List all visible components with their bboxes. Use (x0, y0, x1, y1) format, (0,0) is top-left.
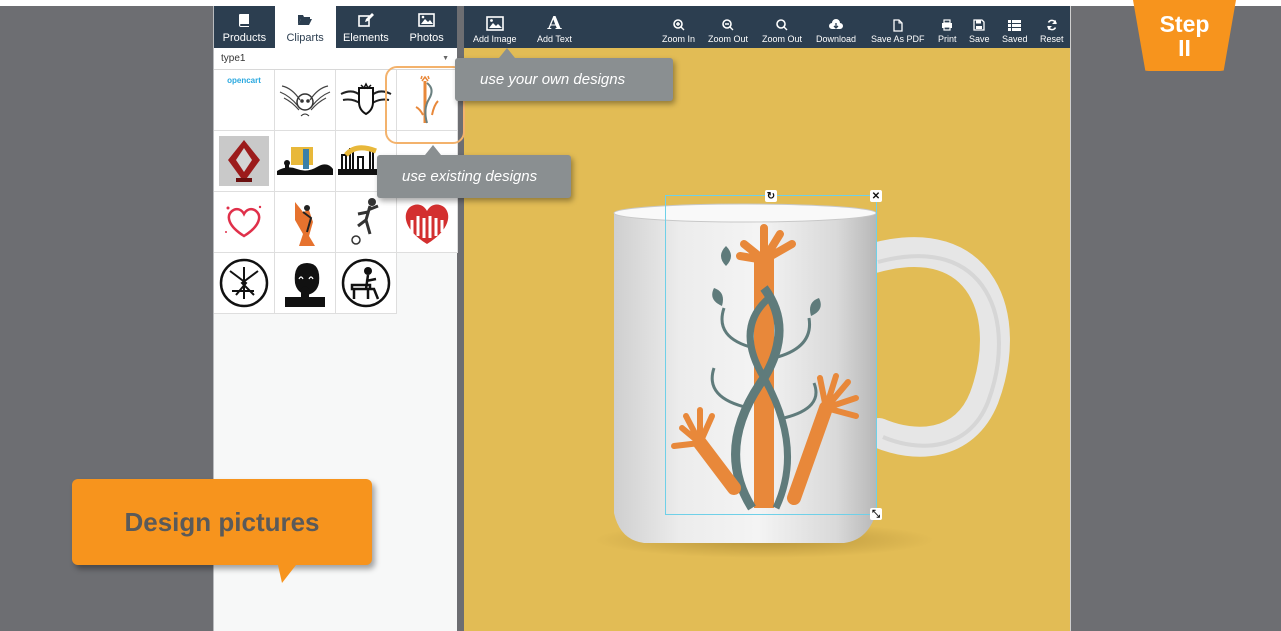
callout-design-pictures: Design pictures (72, 479, 372, 583)
callout-own-designs: use your own designs (455, 48, 673, 101)
zoom-in-button[interactable]: Zoom In (662, 6, 695, 48)
print-button[interactable]: Print (938, 6, 957, 48)
canvas-toolbar: Add Image A Add Text Zoom In Zoom Out Zo… (464, 6, 1070, 48)
download-button[interactable]: Download (816, 6, 856, 48)
zoom-out-label: Zoom Out (708, 34, 749, 44)
product-preview: ↻ ✕ ⤡ (464, 48, 1071, 631)
clipart-item-circle-handshake[interactable] (214, 253, 275, 314)
tab-label: Products (222, 32, 267, 44)
close-icon[interactable]: ✕ (870, 190, 882, 202)
rotate-handle-icon[interactable]: ↻ (765, 190, 777, 202)
add-text-label: Add Text (537, 34, 572, 44)
soccer-player-icon (351, 198, 379, 245)
portrait-capitol-icon (283, 259, 327, 307)
callout-text: use your own designs (480, 71, 626, 88)
clipart-item-orange-figure[interactable] (275, 192, 336, 253)
left-tabs: Products Cliparts Elements Photos (214, 6, 457, 48)
step-number: II (1178, 35, 1191, 61)
saved-label: Saved (1002, 34, 1028, 44)
clipart-item-circle-reading[interactable] (336, 253, 397, 314)
winged-skull-icon (279, 85, 331, 117)
file-icon (893, 17, 903, 33)
save-label: Save (969, 34, 990, 44)
tab-cliparts[interactable]: Cliparts (274, 6, 336, 48)
refresh-icon (1046, 17, 1058, 33)
tab-products[interactable]: Products (214, 6, 275, 48)
resize-handle-icon[interactable]: ⤡ (870, 508, 882, 520)
selected-clipart-highlight (385, 66, 465, 144)
search-icon (776, 17, 788, 33)
diamond-crest-icon (219, 136, 269, 186)
tab-photos[interactable]: Photos (396, 6, 457, 48)
callout-existing-designs: use existing designs (377, 145, 571, 198)
add-image-button[interactable]: Add Image (473, 6, 517, 48)
tab-label: Photos (409, 32, 444, 44)
clipart-item-obama-capitol[interactable] (275, 253, 336, 314)
callout-text: use existing designs (402, 168, 538, 185)
selection-box[interactable]: ↻ ✕ ⤡ (665, 190, 882, 520)
clipart-item-opencart-logo[interactable]: opencart (214, 70, 275, 131)
tab-label: Elements (342, 32, 389, 44)
orange-figure-icon (295, 202, 315, 246)
save-as-pdf-label: Save As PDF (871, 34, 925, 44)
saved-button[interactable]: Saved (1002, 6, 1028, 48)
circle-reading-icon (341, 258, 391, 308)
print-label: Print (938, 34, 957, 44)
zoom-in-icon (672, 17, 685, 33)
edit-icon (358, 11, 374, 29)
zoom-reset-button[interactable]: Zoom Out (762, 6, 802, 48)
silhouette-scene-icon (277, 147, 333, 175)
step-badge: Step II (1133, 0, 1236, 71)
clipart-item-red-diamond[interactable] (214, 131, 275, 192)
download-label: Download (816, 34, 857, 44)
heart-splash-icon (225, 205, 262, 238)
folder-open-icon (297, 11, 313, 29)
floppy-disk-icon (973, 17, 985, 33)
circle-handshake-icon (219, 258, 269, 308)
print-icon (941, 17, 953, 33)
crowd-heart-icon (405, 204, 449, 244)
clipart-item-silhouette-scene[interactable] (275, 131, 336, 192)
clipart-item-winged-skull[interactable] (275, 70, 336, 131)
opencart-logo: opencart (227, 76, 261, 85)
zoom-in-label: Zoom In (662, 34, 696, 44)
type-select-value: type1 (221, 53, 246, 64)
list-icon (1008, 17, 1022, 33)
clipart-item-heart-splash[interactable] (214, 192, 275, 253)
callout-text: Design pictures (124, 506, 320, 537)
image-icon (418, 11, 435, 29)
clipart-item-crowd-heart[interactable] (397, 192, 458, 253)
step-label: Step (1159, 11, 1210, 37)
zoom-out-icon (722, 17, 734, 33)
image-icon (485, 13, 504, 33)
tab-elements[interactable]: Elements (336, 6, 397, 48)
cloud-download-icon (829, 17, 844, 33)
tab-label: Cliparts (286, 32, 324, 44)
reset-label: Reset (1040, 34, 1064, 44)
zoom-out-button[interactable]: Zoom Out (708, 6, 748, 48)
clipart-item-soccer-player[interactable] (336, 192, 397, 253)
zoom-out-label: Zoom Out (762, 34, 803, 44)
add-text-button[interactable]: A Add Text (537, 6, 572, 48)
book-icon (237, 11, 251, 29)
save-as-pdf-button[interactable]: Save As PDF (871, 6, 925, 48)
reset-button[interactable]: Reset (1040, 6, 1064, 48)
chevron-down-icon: ▼ (442, 55, 449, 62)
save-button[interactable]: Save (969, 6, 990, 48)
add-image-label: Add Image (473, 34, 517, 44)
text-icon: A (547, 12, 562, 34)
